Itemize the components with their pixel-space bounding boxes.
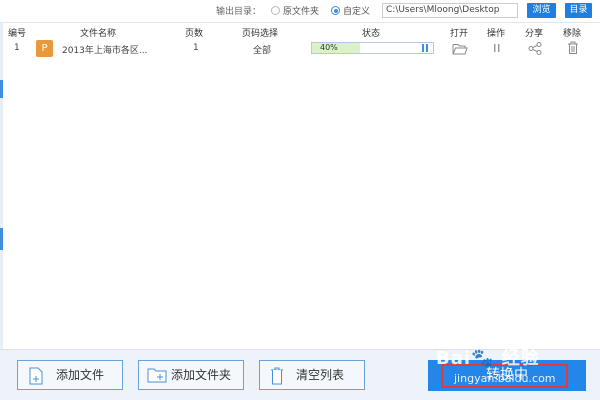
output-path-input[interactable]: C:\Users\Mloong\Desktop bbox=[382, 3, 518, 18]
add-folder-icon bbox=[147, 368, 167, 383]
left-edge-marker bbox=[0, 80, 3, 98]
output-dir-bar: 输出目录： 原文件夹 自定义 C:\Users\Mloong\Desktop 浏… bbox=[0, 0, 600, 22]
pause-icon[interactable] bbox=[422, 44, 429, 52]
output-dir-label: 输出目录： bbox=[216, 7, 262, 17]
left-edge-strip bbox=[0, 0, 3, 400]
radio-source-folder-label[interactable]: 原文件夹 bbox=[283, 4, 319, 17]
radio-custom-label[interactable]: 自定义 bbox=[343, 4, 370, 17]
radio-custom[interactable] bbox=[331, 6, 340, 15]
clear-list-icon bbox=[271, 367, 283, 385]
trash-icon[interactable] bbox=[567, 41, 579, 55]
clear-list-button[interactable]: 清空列表 bbox=[259, 360, 365, 390]
row-file-name: 2013年上海市各区... bbox=[62, 46, 148, 56]
radio-source-folder[interactable] bbox=[271, 6, 280, 15]
add-file-label: 添加文件 bbox=[56, 368, 105, 382]
row-pages: 1 bbox=[193, 43, 199, 53]
browse-button[interactable]: 浏览 bbox=[527, 3, 556, 18]
left-edge-marker bbox=[0, 228, 3, 250]
table-row[interactable]: 1 P 2013年上海市各区... 1 全部 40% bbox=[0, 38, 600, 60]
progress-percent: 40% bbox=[320, 43, 338, 52]
table-header: 编号 文件名称 页数 页码选择 状态 打开 操作 分享 移除 bbox=[0, 22, 600, 39]
row-page-range[interactable]: 全部 bbox=[253, 43, 271, 56]
progress-bar: 40% bbox=[311, 42, 434, 54]
row-num: 1 bbox=[14, 43, 20, 53]
add-folder-button[interactable]: 添加文件夹 bbox=[138, 360, 244, 390]
watermark-url: jingyan.baidu.com bbox=[454, 372, 556, 385]
add-folder-label: 添加文件夹 bbox=[171, 368, 232, 382]
watermark-logo: Bai🐾 经验 bbox=[436, 348, 540, 369]
add-file-button[interactable]: 添加文件 bbox=[17, 360, 123, 390]
app-window: 输出目录： 原文件夹 自定义 C:\Users\Mloong\Desktop 浏… bbox=[0, 0, 600, 400]
add-file-icon bbox=[29, 367, 43, 385]
folder-open-icon[interactable] bbox=[452, 42, 468, 55]
share-icon[interactable] bbox=[528, 42, 542, 55]
pdf-file-icon: P bbox=[36, 40, 53, 57]
pause-icon[interactable] bbox=[492, 43, 502, 53]
open-dir-button[interactable]: 目录 bbox=[565, 3, 592, 18]
clear-list-label: 清空列表 bbox=[296, 368, 345, 382]
